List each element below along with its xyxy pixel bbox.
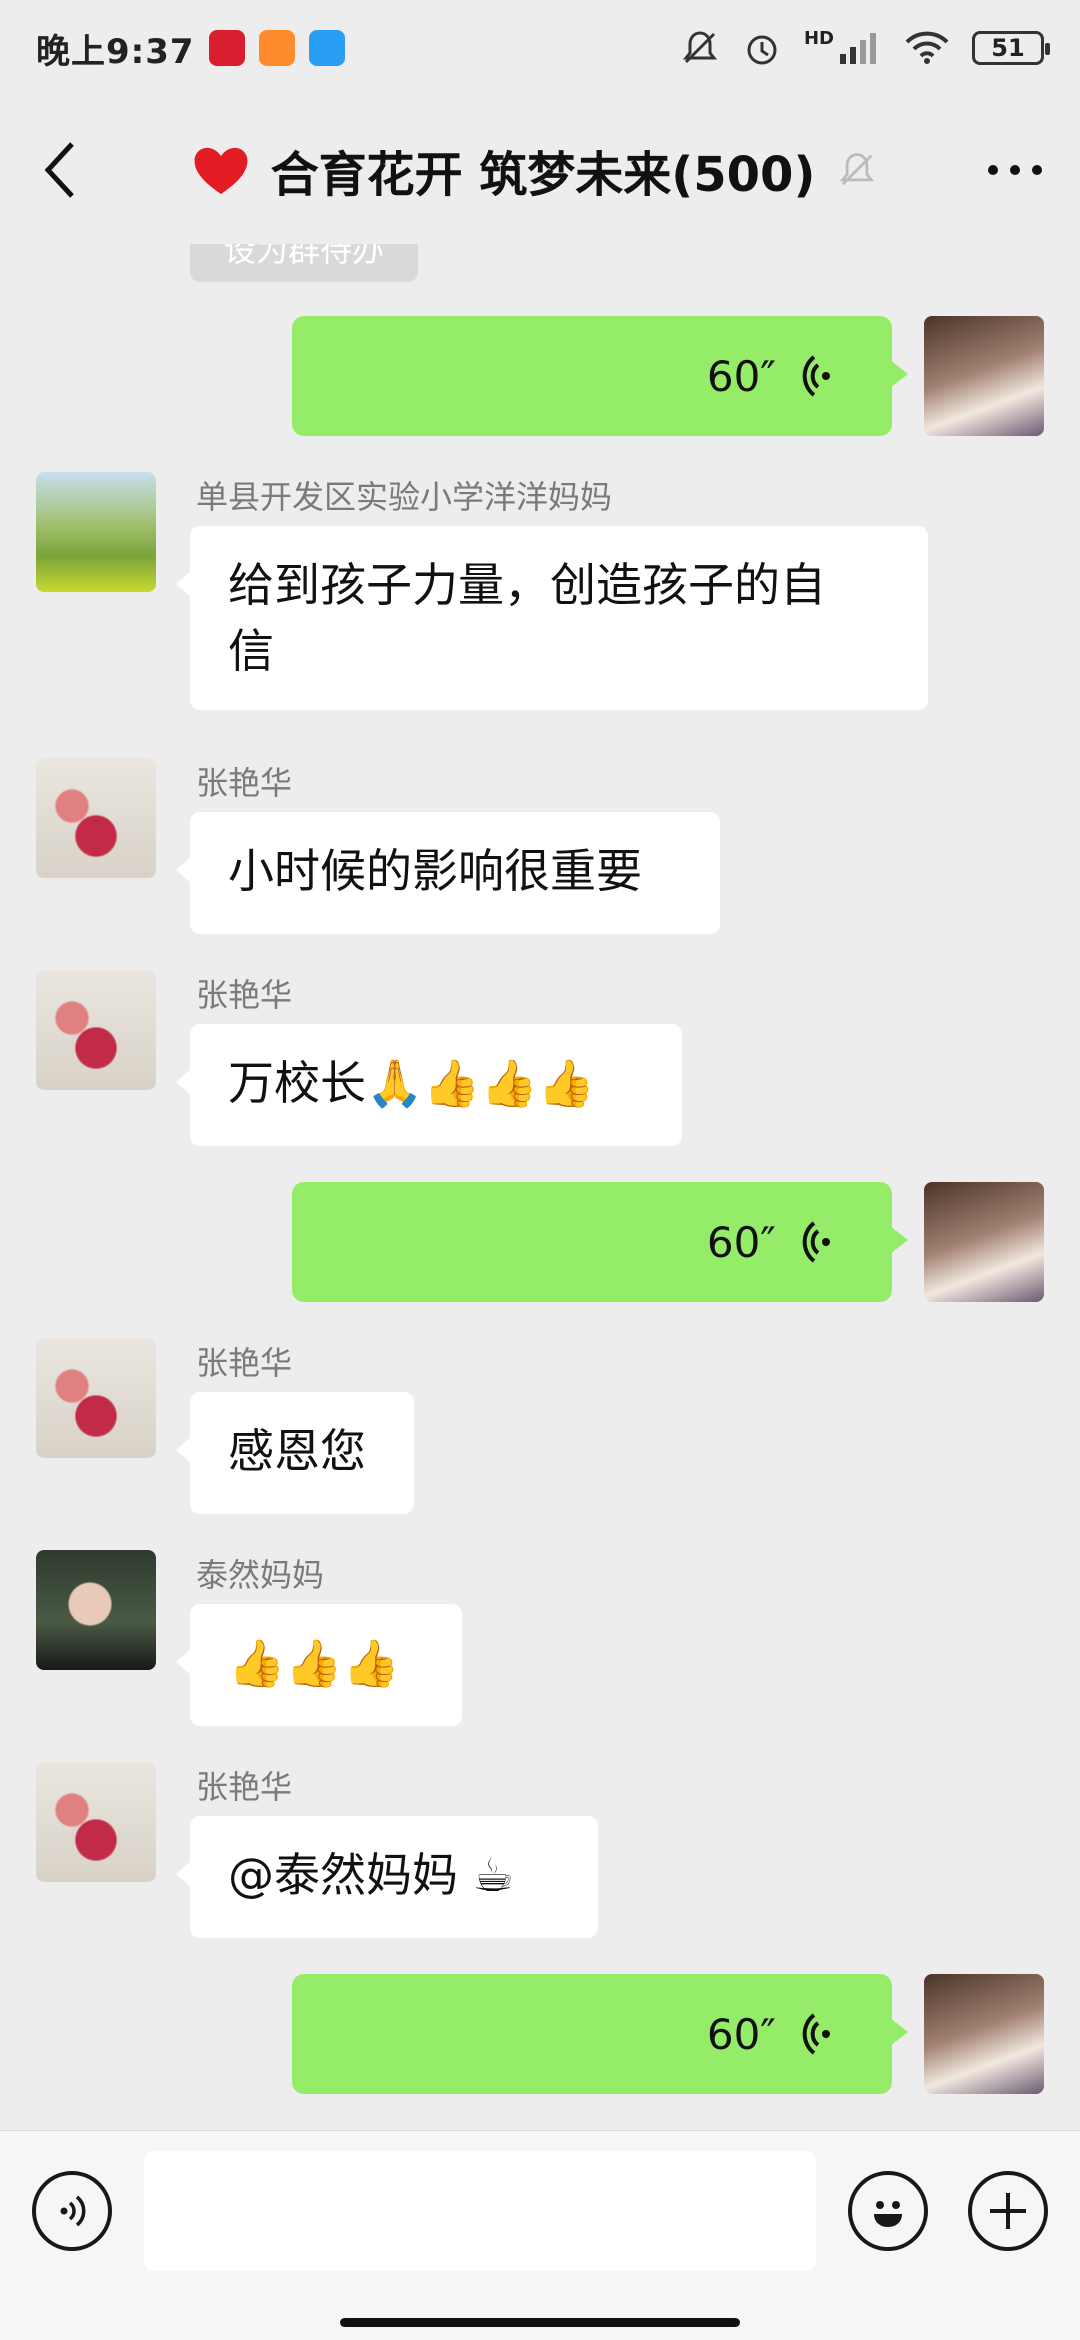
mute-notification-icon [840,153,875,186]
text-message-bubble[interactable]: 给到孩子力量，创造孩子的自 信 [176,526,928,710]
voice-message-bubble[interactable]: 60″ [292,1974,908,2094]
voice-duration: 60″ [706,351,776,401]
input-bar [0,2130,1080,2340]
chat-title-area[interactable]: 合育花开 筑梦未来(500) [120,135,950,205]
wifi-icon [905,31,949,64]
notification-app-icon [208,30,245,66]
message-row: 单县开发区实验小学洋洋妈妈 给到孩子力量，创造孩子的自 信 [0,472,1080,716]
thumbs-up-emoji: 👍 [285,1636,343,1690]
thumbs-up-emoji: 👍 [342,1636,400,1690]
more-functions-button[interactable] [968,2171,1048,2251]
sender-avatar[interactable] [36,758,156,878]
message-row-voice: 60″ [0,316,1080,436]
thumbs-up-emoji: 👍 [228,1636,286,1690]
battery-level: 51 [991,34,1025,62]
alarm-icon [747,35,777,65]
status-bar: 晚上9:37 HD 51 [0,0,1080,96]
message-row: 张艳华 万校长🙏👍👍👍 [0,970,1080,1146]
voice-wave-icon [802,355,830,397]
text-message-bubble[interactable]: @泰然妈妈 ☕ [176,1816,598,1938]
sender-name: 泰然妈妈 [196,1556,325,1594]
message-row-voice: 60″ [0,1974,1080,2094]
voice-input-icon [60,2195,86,2227]
message-row-voice: 60″ [0,1182,1080,1302]
coffee-emoji: ☕ [472,1848,514,1902]
voice-wave-icon [802,1221,830,1263]
more-options-button[interactable] [950,96,1080,244]
my-avatar[interactable] [924,1974,1044,2094]
thumbs-up-emoji: 👍 [423,1056,481,1110]
text-message-bubble[interactable]: 万校长🙏👍👍👍 [176,1024,682,1146]
text-message-bubble[interactable]: 感恩您 [176,1392,414,1514]
message-input[interactable] [144,2151,816,2271]
signal-icon [840,33,876,64]
sender-name: 张艳华 [196,764,293,802]
set-group-todo-tag[interactable]: 设为群待办 [190,244,418,282]
mention-text: @泰然妈妈 [228,1848,458,1902]
notification-app-icon [258,30,295,66]
sender-avatar[interactable] [36,970,156,1090]
voice-message-bubble[interactable]: 60″ [292,316,908,436]
heart-emoji-icon [191,140,251,200]
message-row: 张艳华 小时候的影响很重要 [0,758,1080,934]
sender-name: 张艳华 [196,1768,293,1806]
voice-message-bubble[interactable]: 60″ [292,1182,908,1302]
chat-title: 合育花开 筑梦未来(500) [270,147,816,203]
sender-name: 张艳华 [196,1344,293,1382]
thumbs-up-emoji: 👍 [537,1056,596,1110]
sender-name: 单县开发区实验小学洋洋妈妈 [196,478,613,516]
smiley-face-icon [874,2201,902,2227]
hd-label: HD [803,27,834,49]
message-list[interactable]: 设为群待办 60″ 单县开发区实验小学洋洋妈妈 给到孩子力量，创造孩子的自 信 … [0,244,1080,2130]
battery-indicator: 51 [972,31,1050,65]
my-avatar[interactable] [924,1182,1044,1302]
thumbs-up-emoji: 👍 [480,1056,538,1110]
message-row: 泰然妈妈 👍👍👍 [0,1550,1080,1726]
message-line: 给到孩子力量，创造孩子的自 [228,558,826,612]
sender-name: 张艳华 [196,976,293,1014]
message-text: 万校长 [228,1056,366,1110]
sender-avatar[interactable] [36,1762,156,1882]
plus-icon [990,2193,1026,2229]
pray-emoji: 🙏 [366,1056,424,1110]
status-time: 晚上9:37 [36,31,195,72]
mute-bell-icon [682,31,718,64]
voice-input-button[interactable] [32,2171,112,2251]
sender-avatar[interactable] [36,472,156,592]
text-message-bubble[interactable]: 小时候的影响很重要 [176,812,720,934]
home-indicator[interactable] [340,2318,740,2327]
sender-avatar[interactable] [36,1338,156,1458]
message-row: 张艳华 @泰然妈妈 ☕ [0,1762,1080,1938]
back-button[interactable] [0,96,120,244]
notification-app-icon [308,30,345,66]
message-text: 感恩您 [228,1424,366,1478]
emoji-button[interactable] [848,2171,928,2251]
message-text: 小时候的影响很重要 [228,844,642,898]
voice-duration: 60″ [706,1217,776,1267]
message-line: 信 [228,624,274,678]
chat-header: 合育花开 筑梦未来(500) [0,96,1080,244]
text-message-bubble[interactable]: 👍👍👍 [176,1604,462,1726]
voice-wave-icon [802,2013,830,2055]
message-row: 张艳华 感恩您 [0,1338,1080,1514]
my-avatar[interactable] [924,316,1044,436]
sender-avatar[interactable] [36,1550,156,1670]
more-dots-icon [988,165,1042,175]
voice-duration: 60″ [706,2009,776,2059]
back-arrow-icon [44,142,74,198]
